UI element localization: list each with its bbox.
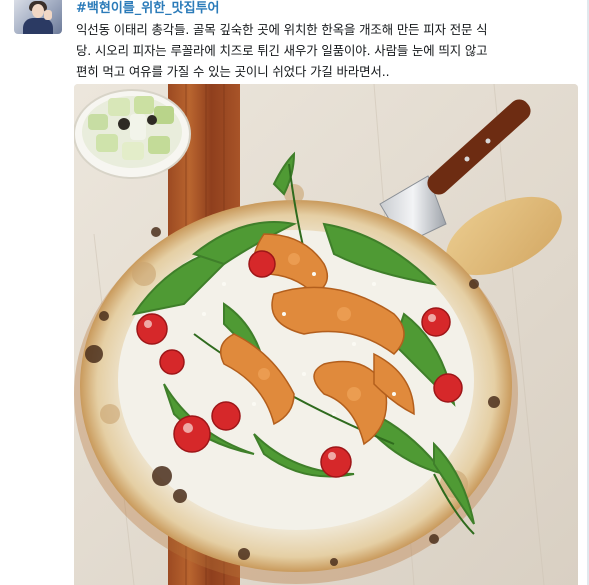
tweet-text-line: 당. 시오리 피자는 루꼴라에 치즈로 튀긴 새우가 일품이야. 사람들 눈에 … bbox=[76, 43, 488, 58]
tweet-photo[interactable] bbox=[74, 84, 578, 585]
avatar-shirt bbox=[23, 18, 53, 34]
avatar-hand bbox=[44, 10, 52, 20]
tweet-text-line: 편히 먹고 여유를 가질 수 있는 곳이니 쉬었다 가길 바라면서.. bbox=[76, 64, 390, 79]
tweet-text-line: 익선동 이태리 총각들. 골목 깊숙한 곳에 위치한 한옥을 개조해 만든 피자… bbox=[76, 22, 488, 37]
avatar-face bbox=[32, 4, 44, 18]
avatar[interactable] bbox=[14, 0, 62, 34]
tweet-container: #백현이를_위한_맛집투어 익선동 이태리 총각들. 골목 깊숙한 곳에 위치한… bbox=[0, 0, 589, 585]
pizza-photo-illustration bbox=[74, 84, 578, 585]
tweet-text: 익선동 이태리 총각들. 골목 깊숙한 곳에 위치한 한옥을 개조해 만든 피자… bbox=[76, 19, 576, 82]
hashtag-link[interactable]: #백현이를_위한_맛집투어 bbox=[76, 1, 220, 17]
